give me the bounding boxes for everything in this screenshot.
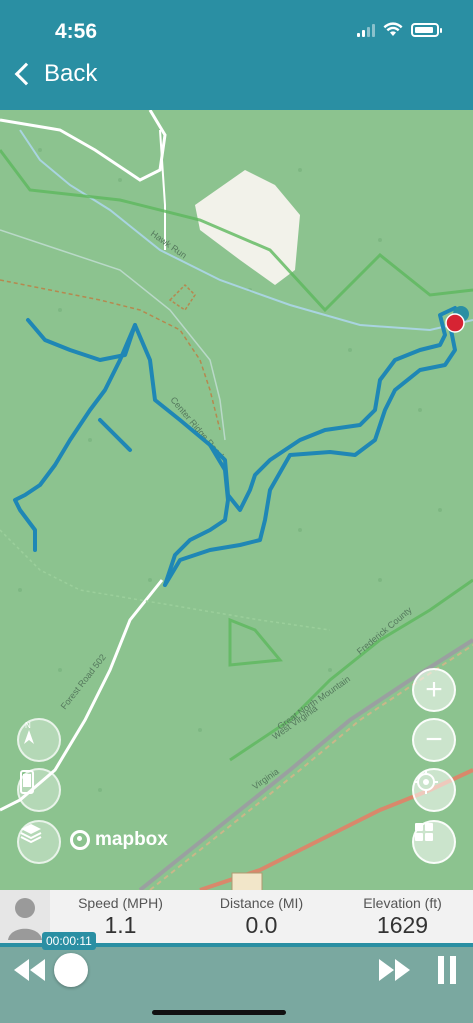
back-button[interactable]: Back xyxy=(10,60,97,88)
zoom-out-button[interactable]: − xyxy=(412,718,456,762)
phone-icon xyxy=(20,770,34,794)
map-canvas: Hawk Run Center Ridge Road Forest Road 5… xyxy=(0,110,473,890)
svg-text:N: N xyxy=(25,721,31,730)
mapbox-label: mapbox xyxy=(95,829,168,850)
locate-button[interactable] xyxy=(412,768,456,812)
compass-north-icon: N xyxy=(24,721,34,744)
home-indicator xyxy=(152,1010,286,1015)
navigation-bar: 4:56 Back xyxy=(0,0,473,110)
rewind-button[interactable] xyxy=(12,957,46,988)
elevation-value: 1629 xyxy=(376,911,429,938)
pause-button[interactable] xyxy=(436,955,458,990)
rewind-icon xyxy=(14,959,45,981)
grid-view-button[interactable] xyxy=(412,820,456,864)
highway-shield xyxy=(231,872,263,890)
zoom-in-button[interactable]: + xyxy=(412,668,456,712)
grid-icon xyxy=(415,823,433,841)
crosshair-icon xyxy=(414,770,438,794)
speed-label: Speed (MPH) xyxy=(78,894,163,911)
status-icons xyxy=(357,22,442,37)
fast-forward-button[interactable] xyxy=(378,957,412,988)
wifi-icon xyxy=(383,22,403,36)
distance-stat: Distance (MI) 0.0 xyxy=(191,895,332,939)
fast-forward-icon xyxy=(379,959,410,981)
elevation-stat: Elevation (ft) 1629 xyxy=(332,895,473,939)
elapsed-time-tag: 00:00:11 xyxy=(42,932,96,950)
device-orientation-button[interactable] xyxy=(17,768,61,812)
status-time: 4:56 xyxy=(55,20,98,43)
elevation-label: Elevation (ft) xyxy=(363,894,442,911)
map-view[interactable]: Hawk Run Center Ridge Road Forest Road 5… xyxy=(0,110,473,890)
back-label: Back xyxy=(44,60,98,87)
layers-icon xyxy=(20,824,42,844)
mapbox-logo-icon xyxy=(70,830,90,850)
distance-value: 0.0 xyxy=(245,911,278,938)
minus-icon: − xyxy=(425,723,443,756)
chevron-left-icon xyxy=(14,62,38,86)
mapbox-attribution[interactable]: mapbox xyxy=(70,829,168,851)
timeline-scrubber[interactable] xyxy=(54,953,88,987)
plus-icon: + xyxy=(425,673,443,706)
cellular-signal-icon xyxy=(357,23,375,37)
compass-button[interactable]: N xyxy=(17,718,61,762)
end-marker xyxy=(445,313,465,333)
battery-icon xyxy=(411,22,442,37)
distance-label: Distance (MI) xyxy=(219,894,304,911)
pause-icon xyxy=(438,956,456,984)
layers-button[interactable] xyxy=(17,820,61,864)
